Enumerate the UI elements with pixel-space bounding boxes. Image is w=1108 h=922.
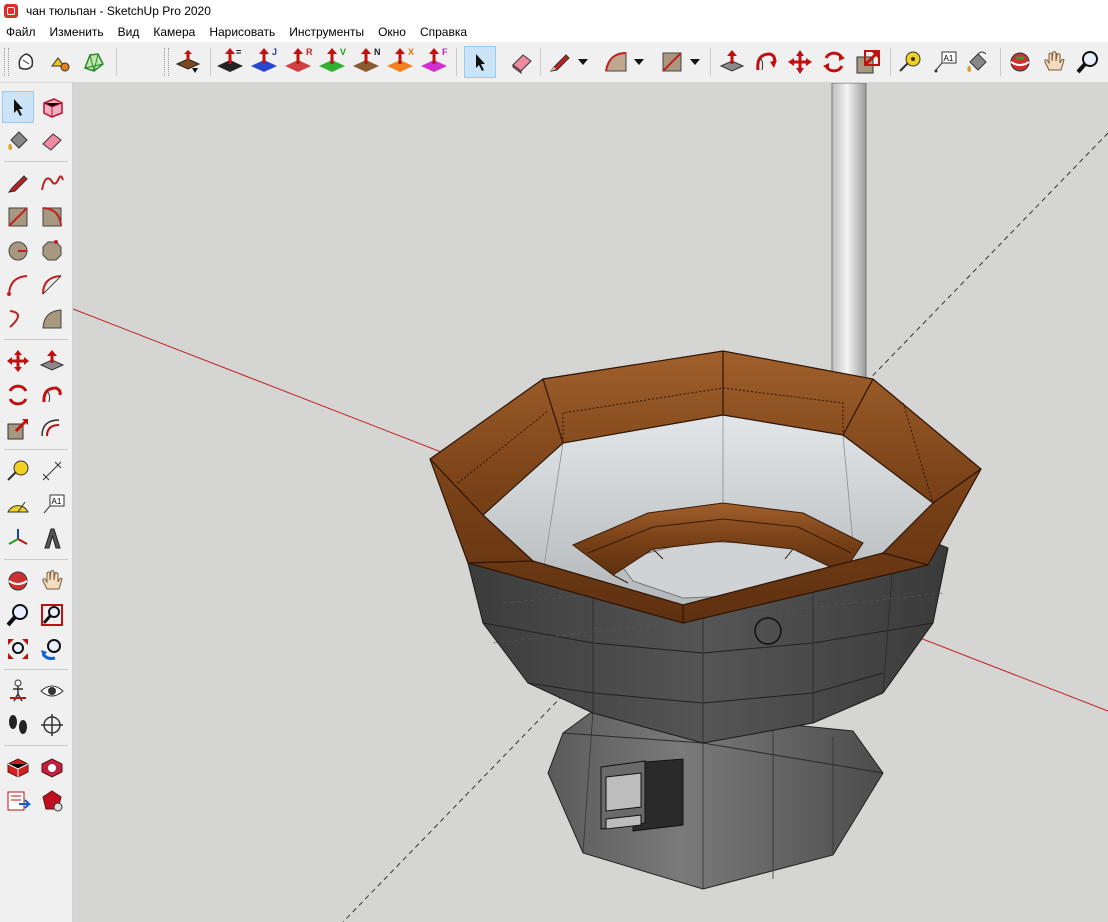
menu-bar: Файл Изменить Вид Камера Нарисовать Инст… [0,22,1108,42]
window-title: чан тюльпан - SketchUp Pro 2020 [26,4,211,18]
title-bar: чан тюльпан - SketchUp Pro 2020 [0,0,1108,22]
sketchy-edges-icon[interactable] [10,46,42,78]
menu-draw[interactable]: Нарисовать [202,22,282,42]
zoom-window-icon[interactable] [36,599,68,631]
pan-icon[interactable] [36,565,68,597]
extension-warehouse-icon[interactable] [36,751,68,783]
arc-3point-icon[interactable] [2,303,34,335]
svg-text:N: N [374,47,381,57]
scale-icon[interactable] [852,46,884,78]
move-icon[interactable] [2,345,34,377]
svg-text:V: V [340,47,346,57]
menu-tools[interactable]: Инструменты [282,22,371,42]
menu-view[interactable]: Вид [111,22,147,42]
solid-inspector-icon[interactable] [172,46,204,78]
flip-r-icon[interactable]: R [282,46,314,78]
toolbar-grip[interactable] [4,48,9,76]
rotate-icon[interactable] [2,379,34,411]
tape-measure-icon[interactable] [2,455,34,487]
push-pull-icon[interactable] [36,345,68,377]
pan-icon[interactable] [1038,46,1070,78]
follow-me-icon[interactable] [750,46,782,78]
push-pull-3d-icon[interactable] [44,46,76,78]
menu-camera[interactable]: Камера [146,22,202,42]
rotated-rectangle-icon[interactable] [36,201,68,233]
chimney-pipe [831,83,867,384]
dimension-icon[interactable] [36,455,68,487]
text-icon[interactable]: A1 [928,46,960,78]
toolbar-grip-2[interactable] [164,48,169,76]
scale-icon[interactable] [2,413,34,445]
arc-icon[interactable] [2,269,34,301]
section-plane-icon[interactable] [36,709,68,741]
make-component-icon[interactable] [36,91,68,123]
flip-eq-icon[interactable]: = [214,46,246,78]
offset-icon[interactable] [36,413,68,445]
move-icon[interactable] [784,46,816,78]
orbit-icon[interactable] [1004,46,1036,78]
paint-bucket-icon[interactable] [2,125,34,157]
zoom-icon[interactable] [2,599,34,631]
walk-icon[interactable] [2,709,34,741]
tape-measure-icon[interactable] [894,46,926,78]
sandbox-icon[interactable] [78,46,110,78]
chevron-down-icon[interactable] [574,46,592,78]
orbit-icon[interactable] [2,565,34,597]
flip-f-icon[interactable]: F [418,46,450,78]
eraser-icon[interactable] [506,46,538,78]
select-icon[interactable] [2,91,34,123]
select-icon[interactable] [464,46,496,78]
rectangle-icon[interactable] [2,201,34,233]
svg-text:J: J [272,47,277,57]
flip-v-icon[interactable]: V [316,46,348,78]
svg-text:A1: A1 [944,54,954,63]
3d-text-icon[interactable] [36,523,68,555]
arc-2point-icon[interactable] [36,269,68,301]
flip-j-icon[interactable]: J [248,46,280,78]
arc-icon[interactable] [600,46,632,78]
svg-text:R: R [306,47,313,57]
previous-view-icon[interactable] [36,633,68,665]
flip-n-icon[interactable]: N [350,46,382,78]
sketchup-logo-icon [4,4,18,18]
paint-bucket-icon[interactable] [962,46,994,78]
follow-me-icon[interactable] [36,379,68,411]
svg-text:A1: A1 [52,497,62,506]
flip-x-icon[interactable]: X [384,46,416,78]
left-toolbar: A1 [0,83,73,922]
look-around-icon[interactable] [36,675,68,707]
zoom-icon[interactable] [1072,46,1104,78]
chevron-down-icon[interactable] [630,46,648,78]
push-pull-icon[interactable] [716,46,748,78]
pencil-line-icon[interactable] [544,46,576,78]
polygon-icon[interactable] [36,235,68,267]
top-toolbar: = J R V N X F A1 [0,42,1108,83]
menu-help[interactable]: Справка [413,22,474,42]
svg-text:X: X [408,47,414,57]
extension-manager-icon[interactable] [36,785,68,817]
eraser-icon[interactable] [36,125,68,157]
protractor-icon[interactable] [2,489,34,521]
line-icon[interactable] [2,167,34,199]
freehand-icon[interactable] [36,167,68,199]
rectangle-icon[interactable] [656,46,688,78]
pie-icon[interactable] [36,303,68,335]
menu-window[interactable]: Окно [371,22,413,42]
text-icon[interactable]: A1 [36,489,68,521]
chevron-down-icon[interactable] [686,46,704,78]
svg-text:F: F [442,47,448,57]
circle-icon[interactable] [2,235,34,267]
tub-model-scene[interactable] [73,83,1108,922]
menu-file[interactable]: Файл [0,22,43,42]
position-camera-icon[interactable] [2,675,34,707]
rotate-icon[interactable] [818,46,850,78]
3d-warehouse-icon[interactable] [2,751,34,783]
layout-icon[interactable] [2,785,34,817]
zoom-extents-icon[interactable] [2,633,34,665]
axes-icon[interactable] [2,523,34,555]
menu-edit[interactable]: Изменить [43,22,111,42]
svg-text:=: = [236,47,241,57]
model-viewport[interactable] [73,83,1108,922]
